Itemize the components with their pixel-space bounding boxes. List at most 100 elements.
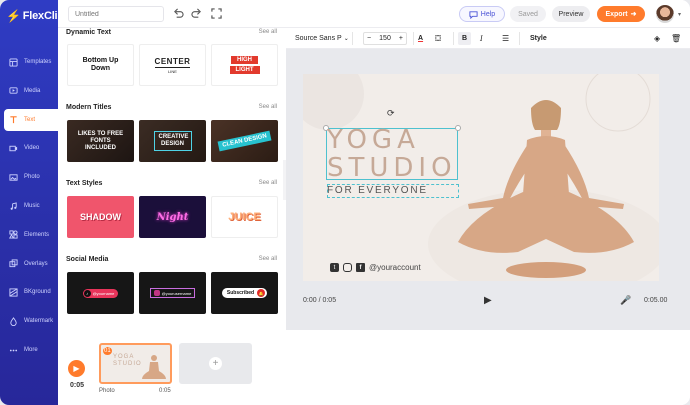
overlays-icon — [9, 259, 18, 268]
sidebar-item-watermark[interactable]: Watermark — [4, 310, 58, 332]
style-button[interactable]: Style — [530, 32, 547, 45]
card-clean-design[interactable]: CLEAN DESIGN — [211, 120, 278, 162]
more-icon — [9, 349, 18, 351]
sidebar-item-elements[interactable]: Elements — [4, 224, 58, 246]
plus-icon[interactable]: + — [399, 35, 403, 42]
timeline-play-button[interactable]: ▶ — [68, 360, 85, 377]
photo-icon — [9, 174, 18, 181]
title-line-1: YOGA — [327, 125, 420, 155]
card-social-tiktok[interactable]: ♪ @yourname — [67, 272, 134, 314]
chevron-down-icon[interactable]: ▾ — [678, 11, 681, 18]
divider — [519, 32, 520, 45]
see-all-text-styles[interactable]: See all — [259, 180, 277, 186]
sidebar-item-templates[interactable]: Templates — [4, 51, 58, 73]
sidebar-item-more[interactable]: More — [4, 339, 58, 361]
sidebar-item-music[interactable]: Music — [4, 195, 58, 217]
chat-icon — [469, 10, 478, 19]
time-readout: 0:00 / 0:05 — [303, 297, 337, 304]
fullscreen-icon[interactable] — [211, 8, 222, 19]
plus-icon: + — [209, 357, 222, 370]
card-social-instagram[interactable]: @yourusername — [139, 272, 206, 314]
italic-icon: I — [480, 34, 483, 43]
sidebar-item-media[interactable]: Media — [4, 80, 58, 102]
video-icon — [9, 145, 18, 152]
sidebar-item-bkground[interactable]: BKground — [4, 281, 58, 303]
paint-bucket-icon: ⛋ — [435, 33, 442, 43]
minus-icon[interactable]: − — [367, 35, 371, 42]
elements-icon — [9, 230, 18, 239]
highlight-color-button[interactable]: ⛋ — [435, 32, 441, 45]
saved-status: Saved — [510, 6, 546, 22]
card-shadow[interactable]: SHADOW — [67, 196, 134, 238]
layers-button[interactable]: ◈ — [654, 32, 660, 45]
social-handle: t f @youraccount — [330, 263, 421, 272]
flexclip-logo-icon: ⚡ — [6, 9, 21, 23]
see-all-social-media[interactable]: See all — [259, 256, 277, 262]
sidebar: ⚡ FlexClip Templates Media Text Video Photo Mu… — [0, 0, 64, 405]
text-color-button[interactable]: A — [418, 32, 423, 45]
rotate-icon[interactable]: ⟳ — [387, 108, 395, 119]
undo-icon[interactable] — [173, 8, 184, 19]
sidebar-item-photo[interactable]: Photo — [4, 166, 58, 188]
align-button[interactable]: ☰ — [502, 32, 509, 45]
watermark-icon — [10, 316, 17, 326]
card-bottom-up-down[interactable]: Bottom Up Down — [67, 44, 134, 86]
microphone-icon[interactable]: 🎤 — [620, 295, 631, 306]
section-title-dynamic-text: Dynamic Text — [66, 29, 111, 36]
sidebar-item-overlays[interactable]: Overlays — [4, 253, 58, 275]
card-creative-design[interactable]: CREATIVE DESIGN — [139, 120, 206, 162]
see-all-dynamic-text[interactable]: See all — [259, 29, 277, 35]
section-title-social-media: Social Media — [66, 256, 109, 263]
trash-icon: 🗑 — [671, 34, 682, 43]
layers-icon: ◈ — [654, 34, 661, 43]
card-center-line[interactable]: CENTER LINE — [139, 44, 206, 86]
timeline: ▶ 0:05 01 YOGA STUDIO Photo 0:05 + — [58, 330, 690, 405]
media-icon — [9, 87, 18, 94]
title-line-2: STUDIO — [327, 153, 457, 183]
video-canvas[interactable]: ⟳ YOGA STUDIO FOR EVERYONE t f @youracco… — [303, 74, 659, 281]
section-title-modern-titles: Modern Titles — [66, 104, 112, 111]
twitter-icon: t — [330, 263, 339, 272]
font-family-select[interactable]: Source Sans P ⌄ — [295, 32, 349, 45]
player-controls: 0:00 / 0:05 ▶ 🎤 0:05.00 — [286, 290, 690, 314]
arrow-right-icon: ➜ — [630, 11, 637, 18]
resize-handle[interactable] — [455, 125, 461, 131]
divider — [352, 32, 353, 45]
text-icon — [10, 116, 17, 124]
tiktok-icon: ♪ — [83, 289, 91, 297]
export-button[interactable]: Export ➜ — [597, 6, 645, 22]
italic-button[interactable]: I — [480, 32, 483, 45]
card-free-fonts[interactable]: LIKES TO FREE FONTS INCLUDED — [67, 120, 134, 162]
play-icon[interactable]: ▶ — [484, 295, 492, 306]
bold-button[interactable]: B — [458, 32, 471, 45]
bold-icon: B — [461, 35, 468, 42]
card-high-light[interactable]: HIGH LIGHT — [211, 44, 278, 86]
preview-button[interactable]: Preview — [552, 6, 590, 22]
align-icon: ☰ — [502, 34, 510, 43]
card-juice[interactable]: JUICE — [211, 196, 278, 238]
section-title-text-styles: Text Styles — [66, 180, 103, 187]
delete-button[interactable]: 🗑 — [671, 32, 681, 45]
facebook-icon: f — [356, 263, 365, 272]
duration-readout: 0:05.00 — [644, 297, 668, 304]
clip-label: Photo — [99, 388, 115, 394]
text-color-icon: A — [418, 35, 424, 42]
card-night[interactable]: Night — [139, 196, 206, 238]
topbar: Help Saved Preview Export➜ ▾ — [58, 0, 690, 28]
add-clip-button[interactable]: + — [179, 343, 252, 384]
divider — [453, 32, 454, 45]
sidebar-item-text[interactable]: Text — [4, 108, 58, 131]
see-all-modern-titles[interactable]: See all — [259, 104, 277, 110]
help-button[interactable]: Help — [459, 6, 505, 22]
font-size-stepper[interactable]: −150 + — [363, 32, 407, 45]
card-social-youtube[interactable]: Subscribed 🔔 — [211, 272, 278, 314]
chevron-down-icon: ⌄ — [343, 36, 349, 42]
redo-icon[interactable] — [191, 8, 202, 19]
clip-thumbnail — [142, 355, 166, 379]
sidebar-item-video[interactable]: Video — [4, 137, 58, 159]
instagram-icon — [343, 263, 352, 272]
bell-icon: 🔔 — [257, 289, 266, 297]
avatar[interactable] — [656, 5, 674, 23]
project-title-input[interactable] — [68, 6, 164, 22]
timeline-clip[interactable]: 01 YOGA STUDIO — [99, 343, 172, 384]
